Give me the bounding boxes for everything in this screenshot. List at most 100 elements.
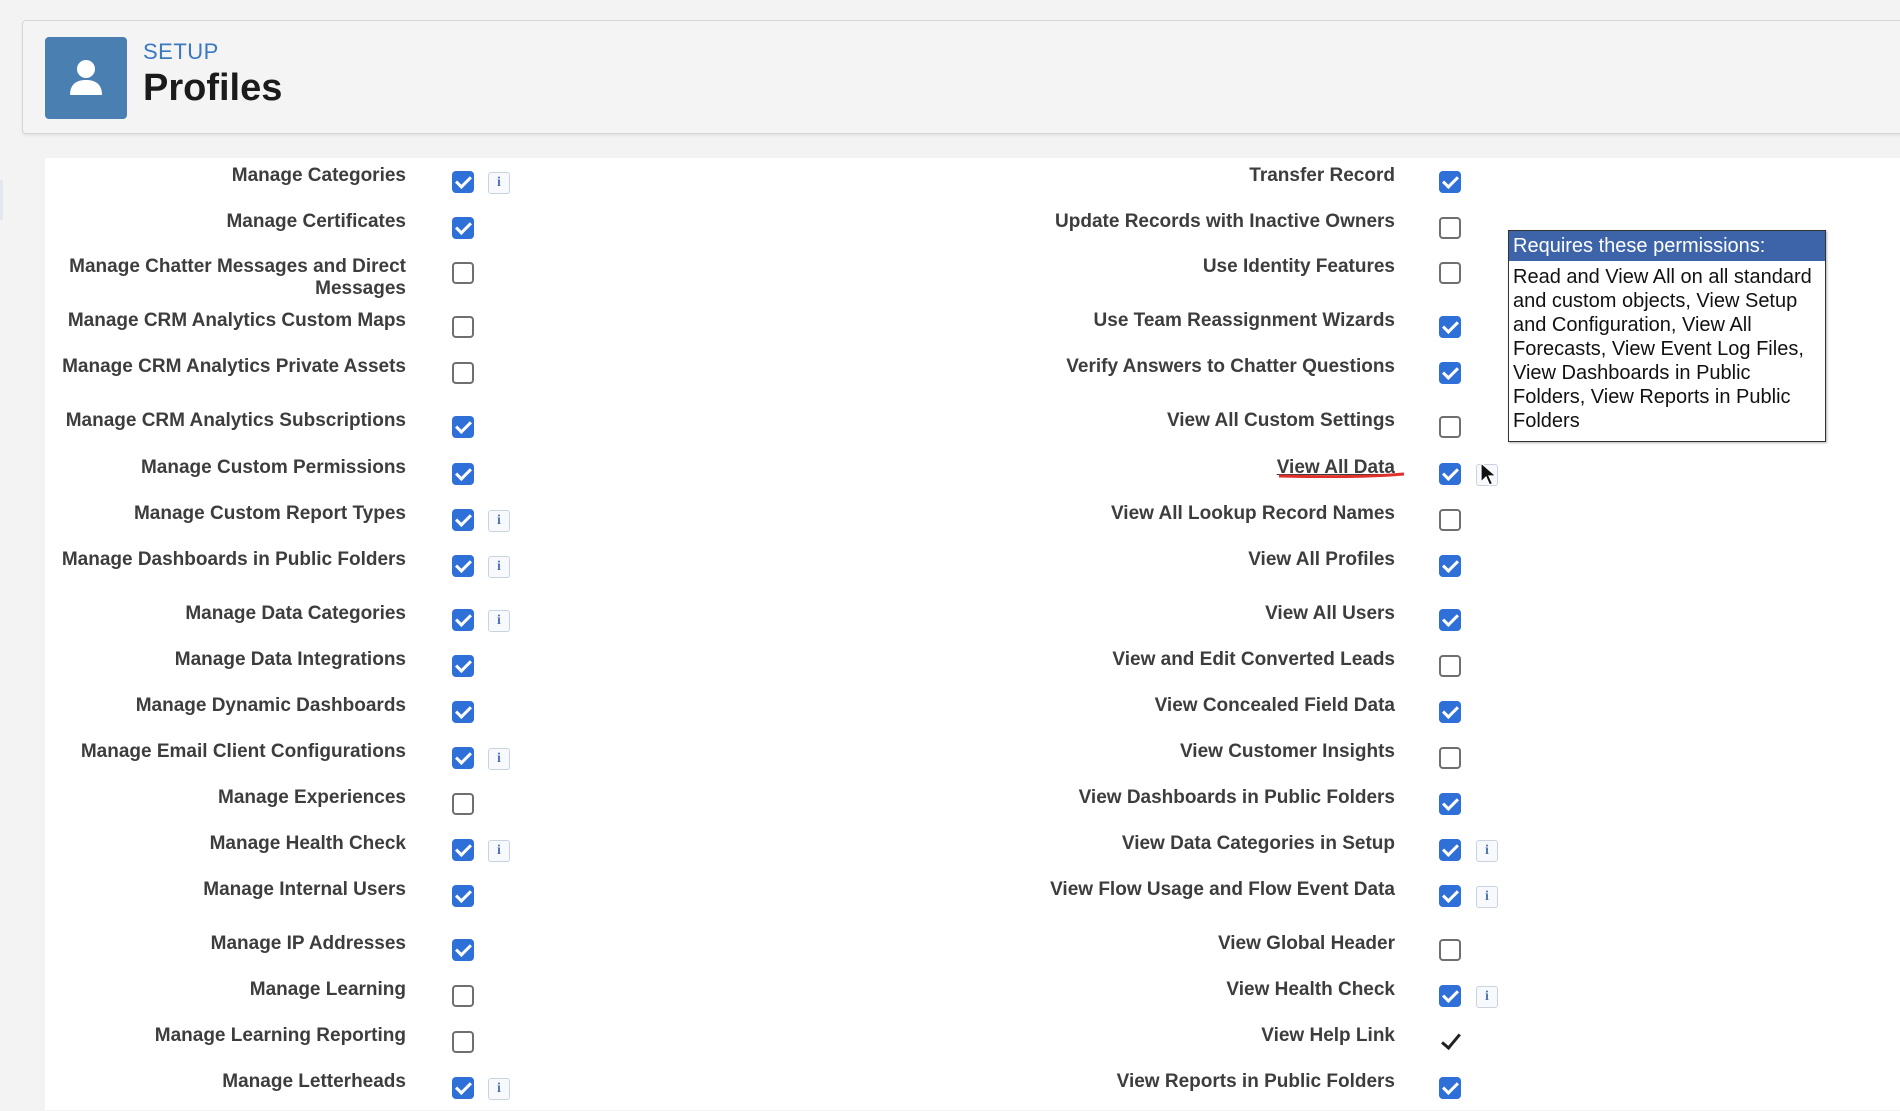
permission-checkbox[interactable] xyxy=(452,885,474,907)
permission-checkbox[interactable] xyxy=(452,463,474,485)
permission-checkbox[interactable] xyxy=(452,262,474,284)
permission-checkbox[interactable] xyxy=(1439,747,1461,769)
permission-row: Manage Data Integrations xyxy=(40,649,520,689)
permission-row: Manage Categories i xyxy=(40,165,520,205)
permission-label: View Flow Usage and Flow Event Data xyxy=(1050,879,1395,900)
permission-checkbox[interactable] xyxy=(452,939,474,961)
info-icon[interactable]: i xyxy=(1476,986,1498,1008)
permission-checkbox[interactable] xyxy=(452,655,474,677)
permission-row: View Data Categories in Setup i xyxy=(1000,833,1520,873)
info-icon[interactable]: i xyxy=(488,840,510,862)
permission-checkbox[interactable] xyxy=(452,555,474,577)
info-icon[interactable]: i xyxy=(488,510,510,532)
permission-checkbox[interactable] xyxy=(1439,416,1461,438)
permission-label: Manage Chatter Messages and Direct Messa… xyxy=(69,256,406,299)
permission-row: Manage Email Client Configurations i xyxy=(40,741,520,781)
permission-label: Verify Answers to Chatter Questions xyxy=(1066,356,1395,377)
permission-label: View All Users xyxy=(1265,603,1395,624)
info-icon[interactable]: i xyxy=(1476,886,1498,908)
info-icon[interactable]: i xyxy=(1476,840,1498,862)
setup-eyebrow: SETUP xyxy=(143,39,219,64)
permission-row: Verify Answers to Chatter Questions xyxy=(1000,356,1520,396)
permission-row: View All Profiles xyxy=(1000,549,1520,589)
permission-label: Manage CRM Analytics Custom Maps xyxy=(67,310,406,331)
permission-checkbox[interactable] xyxy=(1439,939,1461,961)
permission-row: View All Custom Settings xyxy=(1000,410,1520,450)
permission-label: Manage Learning Reporting xyxy=(154,1025,406,1046)
permission-checkbox[interactable] xyxy=(1439,701,1461,723)
permission-checkbox[interactable] xyxy=(1439,362,1461,384)
permission-label: Manage Custom Report Types xyxy=(133,503,406,524)
info-icon[interactable]: i xyxy=(488,1078,510,1100)
permission-checkbox[interactable] xyxy=(452,416,474,438)
permission-checkbox[interactable] xyxy=(452,217,474,239)
permission-checkbox[interactable] xyxy=(1439,793,1461,815)
permission-label: View Dashboards in Public Folders xyxy=(1078,787,1395,808)
permission-checkbox[interactable] xyxy=(452,171,474,193)
permission-checkbox[interactable] xyxy=(452,316,474,338)
info-icon[interactable]: i xyxy=(488,748,510,770)
permission-checkbox[interactable] xyxy=(452,985,474,1007)
permission-tooltip: Requires these permissions: Read and Vie… xyxy=(1508,230,1826,442)
permission-row: Manage Chatter Messages and Direct Messa… xyxy=(40,256,520,299)
permission-row: Manage Learning Reporting xyxy=(40,1025,520,1065)
permission-checkbox[interactable] xyxy=(1439,885,1461,907)
info-icon[interactable]: i xyxy=(488,610,510,632)
permission-label: View Customer Insights xyxy=(1179,741,1395,762)
permission-row: Manage CRM Analytics Private Assets xyxy=(40,356,520,396)
permission-label: Use Team Reassignment Wizards xyxy=(1093,310,1395,331)
permission-checkbox[interactable] xyxy=(1439,839,1461,861)
permission-row: Manage Custom Permissions xyxy=(40,457,520,497)
permission-row: Manage Internal Users xyxy=(40,879,520,919)
permission-checkbox[interactable] xyxy=(452,747,474,769)
page-header: SETUP Profiles xyxy=(22,20,1900,134)
permission-row: Manage Certificates xyxy=(40,211,520,251)
permission-label: Manage Email Client Configurations xyxy=(80,741,406,762)
permission-row: Manage Health Check i xyxy=(40,833,520,873)
permission-checkbox[interactable] xyxy=(1439,217,1461,239)
permission-label: Manage CRM Analytics Subscriptions xyxy=(65,410,406,431)
permission-checkbox[interactable] xyxy=(1439,316,1461,338)
permission-checkbox[interactable] xyxy=(1439,555,1461,577)
permission-label: View and Edit Converted Leads xyxy=(1112,649,1395,670)
permission-checkbox[interactable] xyxy=(452,1031,474,1053)
permission-checkbox[interactable] xyxy=(1439,609,1461,631)
permission-checkbox[interactable] xyxy=(1439,171,1461,193)
tooltip-body: Read and View All on all standard and cu… xyxy=(1513,266,1812,432)
permission-row: View Dashboards in Public Folders xyxy=(1000,787,1520,827)
permission-label: View Health Check xyxy=(1226,979,1395,1000)
permission-row: Manage Dynamic Dashboards xyxy=(40,695,520,735)
permission-label: Manage Internal Users xyxy=(203,879,406,900)
permission-row: View All Lookup Record Names xyxy=(1000,503,1520,543)
permission-row: Manage Dashboards in Public Folders i xyxy=(40,549,520,589)
info-icon[interactable]: i xyxy=(488,172,510,194)
permission-checkbox[interactable] xyxy=(1439,262,1461,284)
info-icon[interactable]: i xyxy=(488,556,510,578)
permission-row: View Flow Usage and Flow Event Data i xyxy=(1000,879,1520,919)
permission-checkbox[interactable] xyxy=(1439,463,1461,485)
permission-label: View All Custom Settings xyxy=(1166,410,1395,431)
permission-checkbox[interactable] xyxy=(452,839,474,861)
permission-row: View Health Check i xyxy=(1000,979,1520,1019)
permission-checkbox[interactable] xyxy=(452,609,474,631)
permission-row: View Concealed Field Data xyxy=(1000,695,1520,735)
permission-checkbox[interactable] xyxy=(1439,985,1461,1007)
permission-checkbox[interactable] xyxy=(452,701,474,723)
permission-row: View All Users xyxy=(1000,603,1520,643)
permission-row: View Help Link xyxy=(1000,1025,1520,1065)
permission-checkbox[interactable] xyxy=(452,362,474,384)
permission-label: View All Profiles xyxy=(1248,549,1395,570)
permission-checkbox[interactable] xyxy=(1439,1031,1461,1053)
permission-checkbox[interactable] xyxy=(452,1077,474,1099)
permission-row: Manage IP Addresses xyxy=(40,933,520,973)
permission-checkbox[interactable] xyxy=(452,793,474,815)
permission-checkbox[interactable] xyxy=(1439,509,1461,531)
permission-row: Transfer Record xyxy=(1000,165,1520,205)
permission-row: Manage CRM Analytics Custom Maps xyxy=(40,310,520,350)
permission-label: Update Records with Inactive Owners xyxy=(1055,211,1395,232)
permission-checkbox[interactable] xyxy=(452,509,474,531)
permission-checkbox[interactable] xyxy=(1439,1077,1461,1099)
permission-checkbox[interactable] xyxy=(1439,655,1461,677)
permission-label: Manage Custom Permissions xyxy=(140,457,406,478)
permission-label: Manage Dashboards in Public Folders xyxy=(61,549,406,570)
